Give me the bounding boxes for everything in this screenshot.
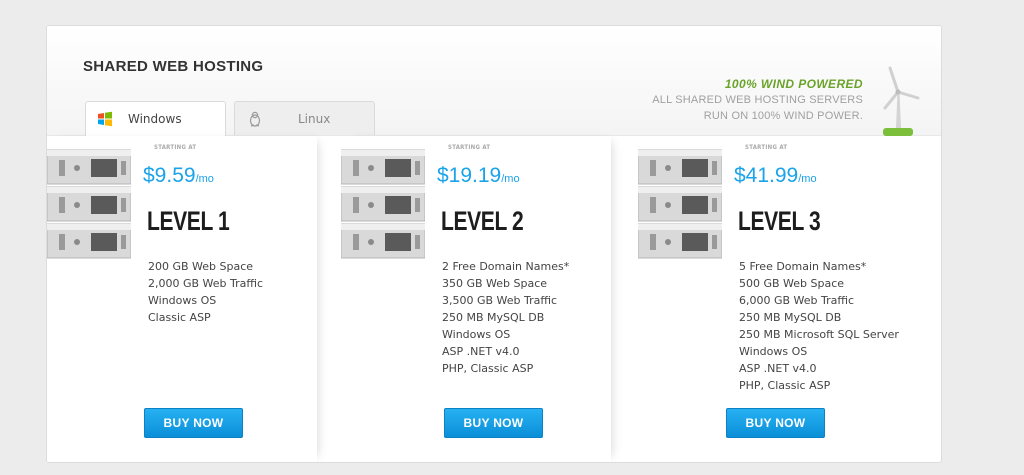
feature-list: 2 Free Domain Names* 350 GB Web Space 3,… [442, 258, 569, 377]
plan-name: LEVEL 1 [147, 206, 230, 236]
wind-notice: 100% WIND POWERED ALL SHARED WEB HOSTING… [652, 77, 863, 123]
server-rack-icon [638, 149, 722, 259]
feature-item: 350 GB Web Space [442, 277, 548, 290]
plan-level-2: STARTING AT $19.19/mo LEVEL 2 2 Free Dom… [341, 136, 611, 462]
tab-windows[interactable]: Windows [85, 101, 226, 136]
buy-now-button[interactable]: BUY NOW [726, 408, 825, 438]
tab-windows-label: Windows [128, 112, 182, 126]
feature-item: 5 Free Domain Names* [739, 260, 867, 273]
plan-name: LEVEL 3 [738, 206, 821, 236]
feature-item: 500 GB Web Space [739, 277, 845, 290]
wind-text-line-2: RUN ON 100% WIND POWER. [703, 110, 863, 122]
price-amount: $41.99 [734, 164, 799, 187]
feature-item: 2,000 GB Web Traffic [148, 277, 264, 290]
buy-now-button[interactable]: BUY NOW [444, 408, 543, 438]
tab-linux-label: Linux [298, 111, 331, 126]
wind-turbine-icon [883, 66, 920, 136]
feature-item: Classic ASP [148, 311, 211, 324]
plan-price: $41.99/mo [734, 164, 817, 188]
windows-logo-icon [97, 111, 113, 127]
feature-item: 2 Free Domain Names* [442, 260, 570, 273]
feature-item: ASP .NET v4.0 [739, 362, 817, 375]
feature-list: 5 Free Domain Names* 500 GB Web Space 6,… [739, 258, 899, 394]
feature-item: ASP .NET v4.0 [442, 345, 520, 358]
feature-item: 250 MB MySQL DB [739, 311, 842, 324]
hosting-panel: SHARED WEB HOSTING Windows Linux 100% WI… [46, 25, 942, 463]
feature-item: 3,500 GB Web Traffic [442, 294, 558, 307]
tab-linux[interactable]: Linux [234, 101, 375, 135]
plan-level-1: STARTING AT $9.59/mo LEVEL 1 200 GB Web … [47, 136, 317, 462]
starting-at-label: STARTING AT [448, 144, 491, 151]
feature-item: 6,000 GB Web Traffic [739, 294, 855, 307]
feature-item: 200 GB Web Space [148, 260, 254, 273]
server-rack-icon [47, 149, 131, 259]
price-amount: $9.59 [143, 164, 196, 187]
price-period: /mo [501, 173, 520, 185]
price-period: /mo [195, 173, 214, 185]
starting-at-label: STARTING AT [154, 144, 197, 151]
plan-price: $9.59/mo [143, 164, 214, 188]
price-period: /mo [798, 173, 817, 185]
plan-name: LEVEL 2 [441, 206, 524, 236]
starting-at-label: STARTING AT [745, 144, 788, 151]
page-title: SHARED WEB HOSTING [83, 58, 264, 75]
feature-list: 200 GB Web Space 2,000 GB Web Traffic Wi… [148, 258, 263, 326]
feature-item: Windows OS [442, 328, 511, 341]
wind-text-line-1: ALL SHARED WEB HOSTING SERVERS [652, 94, 863, 106]
plan-price: $19.19/mo [437, 164, 520, 188]
buy-now-button[interactable]: BUY NOW [144, 408, 243, 438]
wind-headline: 100% WIND POWERED [724, 77, 863, 91]
feature-item: 250 MB MySQL DB [442, 311, 545, 324]
plan-level-3: STARTING AT $41.99/mo LEVEL 3 5 Free Dom… [638, 136, 908, 462]
feature-item: Windows OS [739, 345, 808, 358]
panel-header: SHARED WEB HOSTING Windows Linux 100% WI… [47, 26, 941, 136]
plan-columns: STARTING AT $9.59/mo LEVEL 1 200 GB Web … [47, 136, 941, 462]
feature-item: PHP, Classic ASP [442, 362, 534, 375]
feature-item: 250 MB Microsoft SQL Server [739, 328, 899, 341]
linux-penguin-icon [247, 111, 263, 127]
server-rack-icon [341, 149, 425, 259]
feature-item: Windows OS [148, 294, 217, 307]
price-amount: $19.19 [437, 164, 502, 187]
feature-item: PHP, Classic ASP [739, 379, 831, 392]
